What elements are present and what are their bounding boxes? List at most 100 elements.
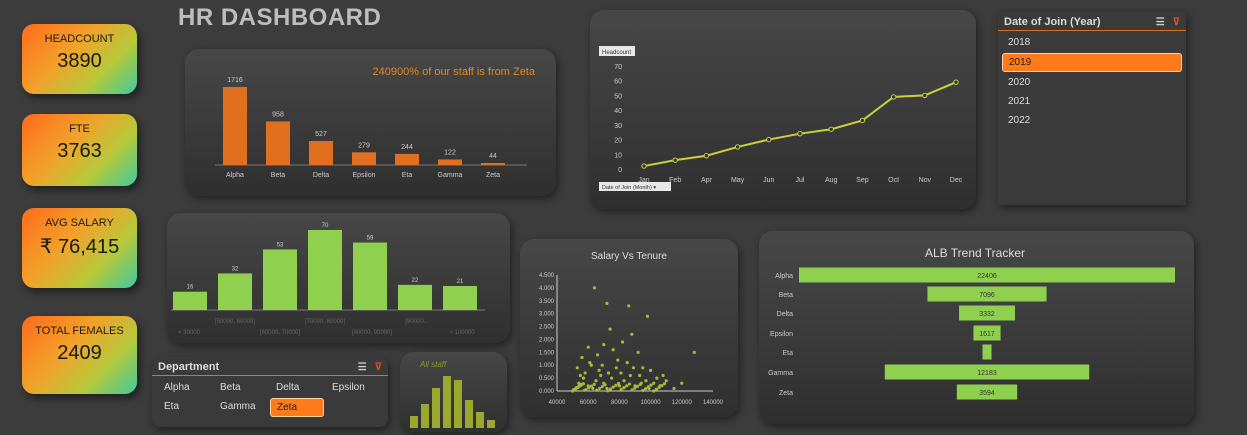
department-slicer-item-alpha[interactable]: Alpha (158, 379, 212, 396)
data-point (797, 130, 803, 137)
bar (266, 121, 290, 165)
bar (487, 420, 495, 428)
data-label: 1617 (979, 331, 995, 338)
department-slicer-item-zeta[interactable]: Zeta (270, 398, 324, 417)
data-point (641, 366, 645, 370)
kpi-label: AVG SALARY (45, 217, 114, 229)
x-tick-label: > 100000 (449, 330, 475, 336)
data-point (625, 384, 629, 388)
department-slicer-item-eta[interactable]: Eta (158, 398, 212, 417)
data-point (664, 379, 668, 383)
bar (398, 284, 432, 310)
data-point (619, 371, 623, 375)
department-slicer-item-delta[interactable]: Delta (270, 379, 324, 396)
x-tick-label: [90000... (405, 319, 429, 325)
multi-select-icon[interactable]: ☰ (358, 362, 367, 373)
clear-filter-icon[interactable]: ⊽ (375, 362, 382, 373)
bar (223, 87, 247, 165)
chart-title: ALB Trend Tracker (925, 246, 1025, 260)
x-tick-label: Dec (950, 177, 963, 184)
data-point (641, 163, 647, 169)
data-point (922, 92, 928, 99)
y-tick-label: Gamma (768, 370, 793, 377)
clear-filter-icon[interactable]: ⊽ (1173, 17, 1180, 28)
department-slicer-header: Department ☰ ⊽ (152, 357, 388, 376)
kpi-value: 3763 (57, 140, 102, 162)
data-point (611, 348, 615, 352)
kpi-value: 2409 (57, 342, 102, 364)
join-month-line-chart[interactable]: Headcount010203040506070Jan Feb Apr May Jun J… (590, 10, 976, 209)
year-slicer-item-2019[interactable]: 2019 (1002, 53, 1182, 72)
join-month-chart-panel: Headcount 0 10 20 30 40 50 60 70 Jan Feb Apr May Jun J… (590, 10, 976, 209)
x-tick-label: 100000 (641, 400, 662, 406)
bar (982, 344, 992, 360)
data-point (636, 350, 640, 354)
data-point (635, 384, 640, 388)
x-tick-label: < 30000 (178, 330, 201, 336)
y-tick-label: Beta (779, 292, 794, 299)
data-label: 21 (457, 279, 464, 285)
year-slicer-title: Date of Join (Year) (1004, 16, 1101, 28)
y-tick-label: Alpha (775, 273, 793, 280)
bar (263, 249, 297, 310)
data-label: 22406 (977, 273, 997, 280)
department-slicer-item-beta[interactable]: Beta (214, 379, 268, 396)
data-label: 32 (232, 266, 239, 272)
y-tick-label: 4.000 (539, 286, 555, 292)
all-staff-mini-chart[interactable]: All staff (400, 352, 507, 432)
department-slicer-item-gamma[interactable]: Gamma (214, 398, 268, 417)
bar (410, 416, 418, 428)
bar (481, 163, 505, 165)
y-tick-label: 1.500 (539, 350, 555, 356)
data-point (608, 327, 612, 331)
bar (421, 404, 429, 428)
year-slicer-item-2018[interactable]: 2018 (1002, 34, 1182, 51)
salary-band-bar-chart[interactable]: 16 32 53 70 59 22 21 < 30000 [50000, 60000] [6000… (167, 213, 510, 343)
bar (454, 380, 462, 428)
y-tick-label: 3.000 (539, 312, 555, 318)
alb-trend-chart[interactable]: ALB Trend Tracker Alpha 22406 Beta 7096 Delta… (759, 231, 1194, 424)
multi-select-icon[interactable]: ☰ (1156, 17, 1165, 28)
bar (173, 291, 207, 310)
data-point (578, 373, 582, 378)
data-point (662, 382, 667, 386)
x-tick-label: Nov (919, 177, 932, 184)
data-point (620, 340, 625, 344)
data-point (600, 363, 604, 367)
x-tick-label: Delta (313, 172, 329, 179)
year-slicer-item-2020[interactable]: 2020 (1002, 74, 1182, 91)
data-point (611, 385, 615, 389)
data-point (692, 350, 696, 354)
data-point (614, 383, 618, 387)
department-slicer-items: Alpha Beta Delta Epsilon Eta Gamma Zeta (152, 376, 388, 420)
data-point (616, 358, 620, 362)
data-point (646, 385, 650, 389)
x-tick-label: Sep (856, 177, 869, 184)
data-point (608, 387, 613, 391)
data-point (605, 301, 609, 305)
data-point (638, 373, 642, 378)
data-point (649, 383, 653, 387)
data-point (672, 157, 678, 163)
department-slicer-item-epsilon[interactable]: Epsilon (326, 379, 380, 396)
data-point (586, 345, 590, 349)
salary-tenure-scatter-chart[interactable]: Salary Vs Tenure 0.000 0.500 1.000 1.500 2.00… (520, 239, 738, 417)
bar (309, 141, 333, 165)
kpi-total-females: TOTAL FEMALES 2409 (22, 316, 137, 394)
data-point (672, 386, 676, 391)
filter-button-label: Date of Join (Month) ▾ (602, 185, 656, 191)
data-label: 244 (401, 144, 413, 151)
x-tick-label: 40000 (549, 400, 566, 406)
bar (395, 153, 419, 165)
data-point (595, 353, 600, 357)
series-line (643, 81, 957, 168)
year-slicer-item-2022[interactable]: 2022 (1002, 112, 1182, 129)
data-point (580, 382, 584, 386)
data-point (628, 373, 632, 378)
x-tick-label: Jun (763, 177, 774, 184)
data-point (575, 366, 579, 370)
year-slicer-item-2021[interactable]: 2021 (1002, 93, 1182, 110)
kpi-label: FTE (69, 123, 90, 135)
data-label: 7096 (979, 292, 995, 299)
department-bar-chart[interactable]: 240900% of our staff is from Zeta 1716 Alp… (185, 49, 556, 196)
